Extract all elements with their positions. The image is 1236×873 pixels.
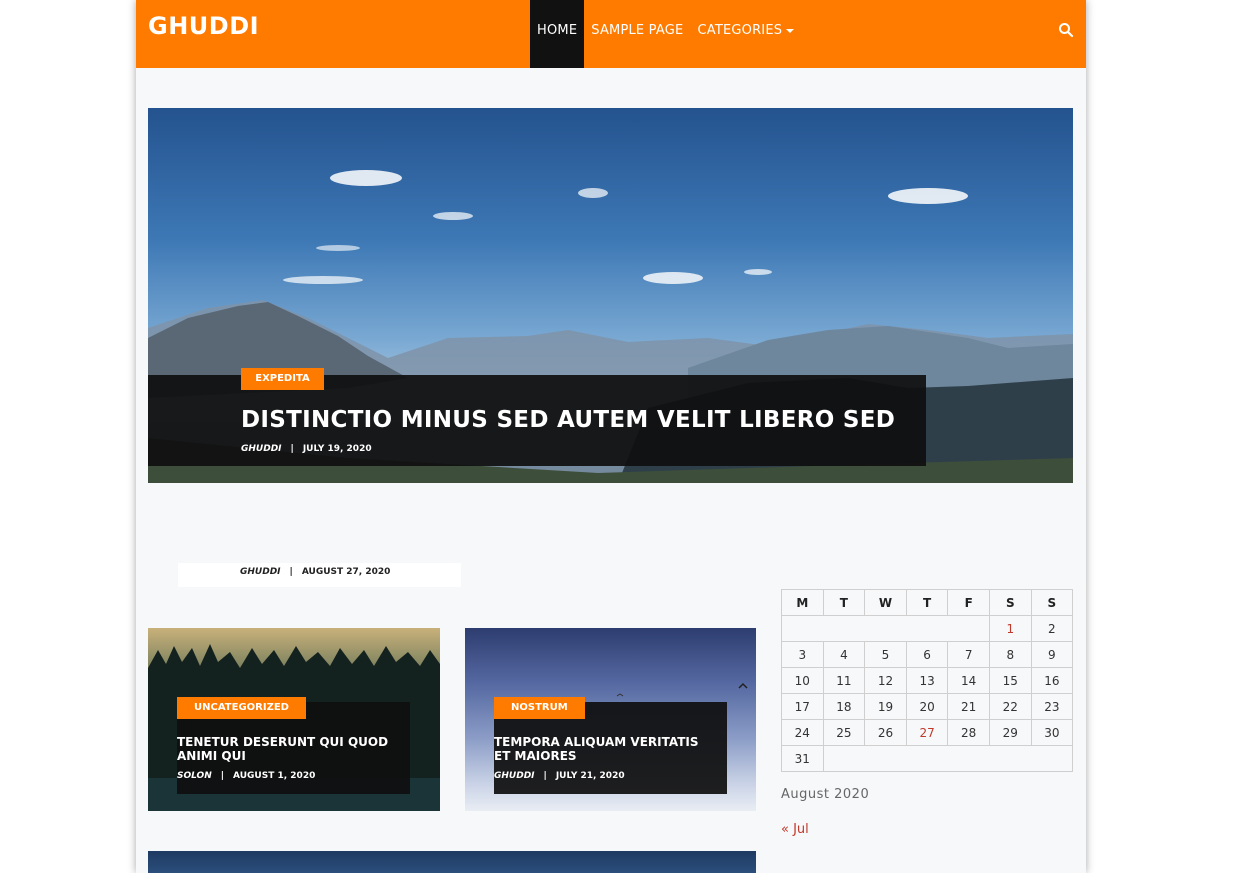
- calendar-day: 18: [822, 693, 866, 720]
- calendar-day-header: T: [905, 589, 949, 616]
- post-meta: SOLON | AUGUST 1, 2020: [177, 771, 315, 781]
- calendar-caption: August 2020: [781, 787, 870, 802]
- calendar-day: 24: [781, 719, 824, 746]
- calendar-day: 31: [781, 745, 824, 772]
- calendar-day: 3: [781, 641, 824, 668]
- post-card-caption: UNCATEGORIZED TENETUR DESERUNT QUI QUOD …: [177, 697, 410, 794]
- calendar-day: 14: [947, 667, 990, 694]
- calendar-day: 22: [988, 693, 1032, 720]
- main-nav: HOME SAMPLE PAGE CATEGORIES: [530, 0, 801, 68]
- calendar-day: 16: [1030, 667, 1074, 694]
- calendar-day-header: T: [822, 589, 866, 616]
- meta-separator: |: [220, 771, 225, 781]
- site-title[interactable]: GHUDDI: [148, 12, 259, 40]
- calendar-day: 26: [864, 719, 907, 746]
- post-category-badge[interactable]: UNCATEGORIZED: [177, 697, 306, 719]
- calendar-day: 5: [864, 641, 907, 668]
- calendar-day: 20: [905, 693, 949, 720]
- calendar-prev-month-link[interactable]: « Jul: [781, 822, 809, 837]
- calendar-day: 19: [864, 693, 907, 720]
- calendar-day: 13: [905, 667, 949, 694]
- post-meta-strip: GHUDDI | AUGUST 27, 2020: [178, 563, 461, 587]
- site-header: GHUDDI HOME SAMPLE PAGE CATEGORIES: [136, 0, 1086, 68]
- post-card[interactable]: UNCATEGORIZED TENETUR DESERUNT QUI QUOD …: [148, 628, 440, 811]
- search-icon[interactable]: [1058, 22, 1074, 38]
- hero-title[interactable]: DISTINCTIO MINUS SED AUTEM VELIT LIBERO …: [241, 407, 895, 433]
- calendar-day: 6: [905, 641, 949, 668]
- calendar-day-header: W: [864, 589, 907, 616]
- calendar-day: 30: [1030, 719, 1074, 746]
- calendar-day: 7: [947, 641, 990, 668]
- calendar-day: 4: [822, 641, 866, 668]
- nav-item-sample-page[interactable]: SAMPLE PAGE: [584, 0, 690, 68]
- calendar-day: 9: [1030, 641, 1074, 668]
- calendar-day-link[interactable]: 1: [988, 615, 1032, 642]
- calendar-day: 8: [988, 641, 1032, 668]
- calendar-widget: M T W T F S S 1 2 3 4 5 6 7 8 9 10 11 12…: [781, 589, 1074, 772]
- calendar-day: 25: [822, 719, 866, 746]
- meta-separator: |: [290, 444, 294, 454]
- calendar-day: 28: [947, 719, 990, 746]
- hero-caption: EXPEDITA DISTINCTIO MINUS SED AUTEM VELI…: [148, 368, 926, 466]
- calendar-day: 17: [781, 693, 824, 720]
- calendar-empty-cell: [781, 615, 990, 642]
- calendar-day: 11: [822, 667, 866, 694]
- calendar-day: 23: [1030, 693, 1074, 720]
- post-title[interactable]: TENETUR DESERUNT QUI QUOD ANIMI QUI: [177, 735, 397, 763]
- calendar-day: 2: [1030, 615, 1074, 642]
- post-date: AUGUST 27, 2020: [301, 567, 391, 577]
- post-meta: GHUDDI | JULY 21, 2020: [494, 771, 625, 781]
- post-author[interactable]: GHUDDI: [240, 567, 281, 577]
- post-meta: GHUDDI | AUGUST 27, 2020: [240, 565, 390, 580]
- nav-item-categories-label: CATEGORIES: [697, 23, 783, 38]
- calendar-day: 21: [947, 693, 990, 720]
- calendar-day-header: F: [947, 589, 990, 616]
- post-author[interactable]: SOLON: [177, 771, 212, 781]
- post-author[interactable]: GHUDDI: [494, 771, 535, 781]
- calendar-day-link[interactable]: 27: [905, 719, 949, 746]
- hero-slide[interactable]: EXPEDITA DISTINCTIO MINUS SED AUTEM VELI…: [148, 108, 1073, 483]
- hero-date: JULY 19, 2020: [302, 444, 372, 454]
- calendar-day-header: S: [1030, 589, 1074, 616]
- calendar-day: 12: [864, 667, 907, 694]
- calendar-empty-cell: [822, 745, 1074, 772]
- caret-down-icon: [786, 29, 795, 33]
- post-card-caption: NOSTRUM TEMPORA ALIQUAM VERITATIS ET MAI…: [494, 697, 727, 794]
- hero-author[interactable]: GHUDDI: [241, 444, 282, 454]
- meta-separator: |: [543, 771, 547, 781]
- calendar-day: 15: [988, 667, 1032, 694]
- hero-category-badge[interactable]: EXPEDITA: [241, 368, 324, 390]
- nav-item-categories[interactable]: CATEGORIES: [690, 0, 801, 68]
- calendar-day-header: S: [988, 589, 1032, 616]
- calendar-day: 10: [781, 667, 824, 694]
- meta-separator: |: [289, 567, 293, 577]
- post-category-badge[interactable]: NOSTRUM: [494, 697, 585, 719]
- post-title[interactable]: TEMPORA ALIQUAM VERITATIS ET MAIORES: [494, 735, 714, 763]
- hero-meta: GHUDDI | JULY 19, 2020: [241, 444, 372, 454]
- post-date: JULY 21, 2020: [555, 771, 625, 781]
- post-date: AUGUST 1, 2020: [233, 771, 316, 781]
- nav-item-home[interactable]: HOME: [530, 0, 585, 68]
- page: GHUDDI HOME SAMPLE PAGE CATEGORIES EXPED…: [136, 0, 1086, 873]
- post-image[interactable]: [148, 851, 756, 873]
- calendar-day-header: M: [781, 589, 824, 616]
- post-card[interactable]: NOSTRUM TEMPORA ALIQUAM VERITATIS ET MAI…: [465, 628, 756, 811]
- calendar-day: 29: [988, 719, 1032, 746]
